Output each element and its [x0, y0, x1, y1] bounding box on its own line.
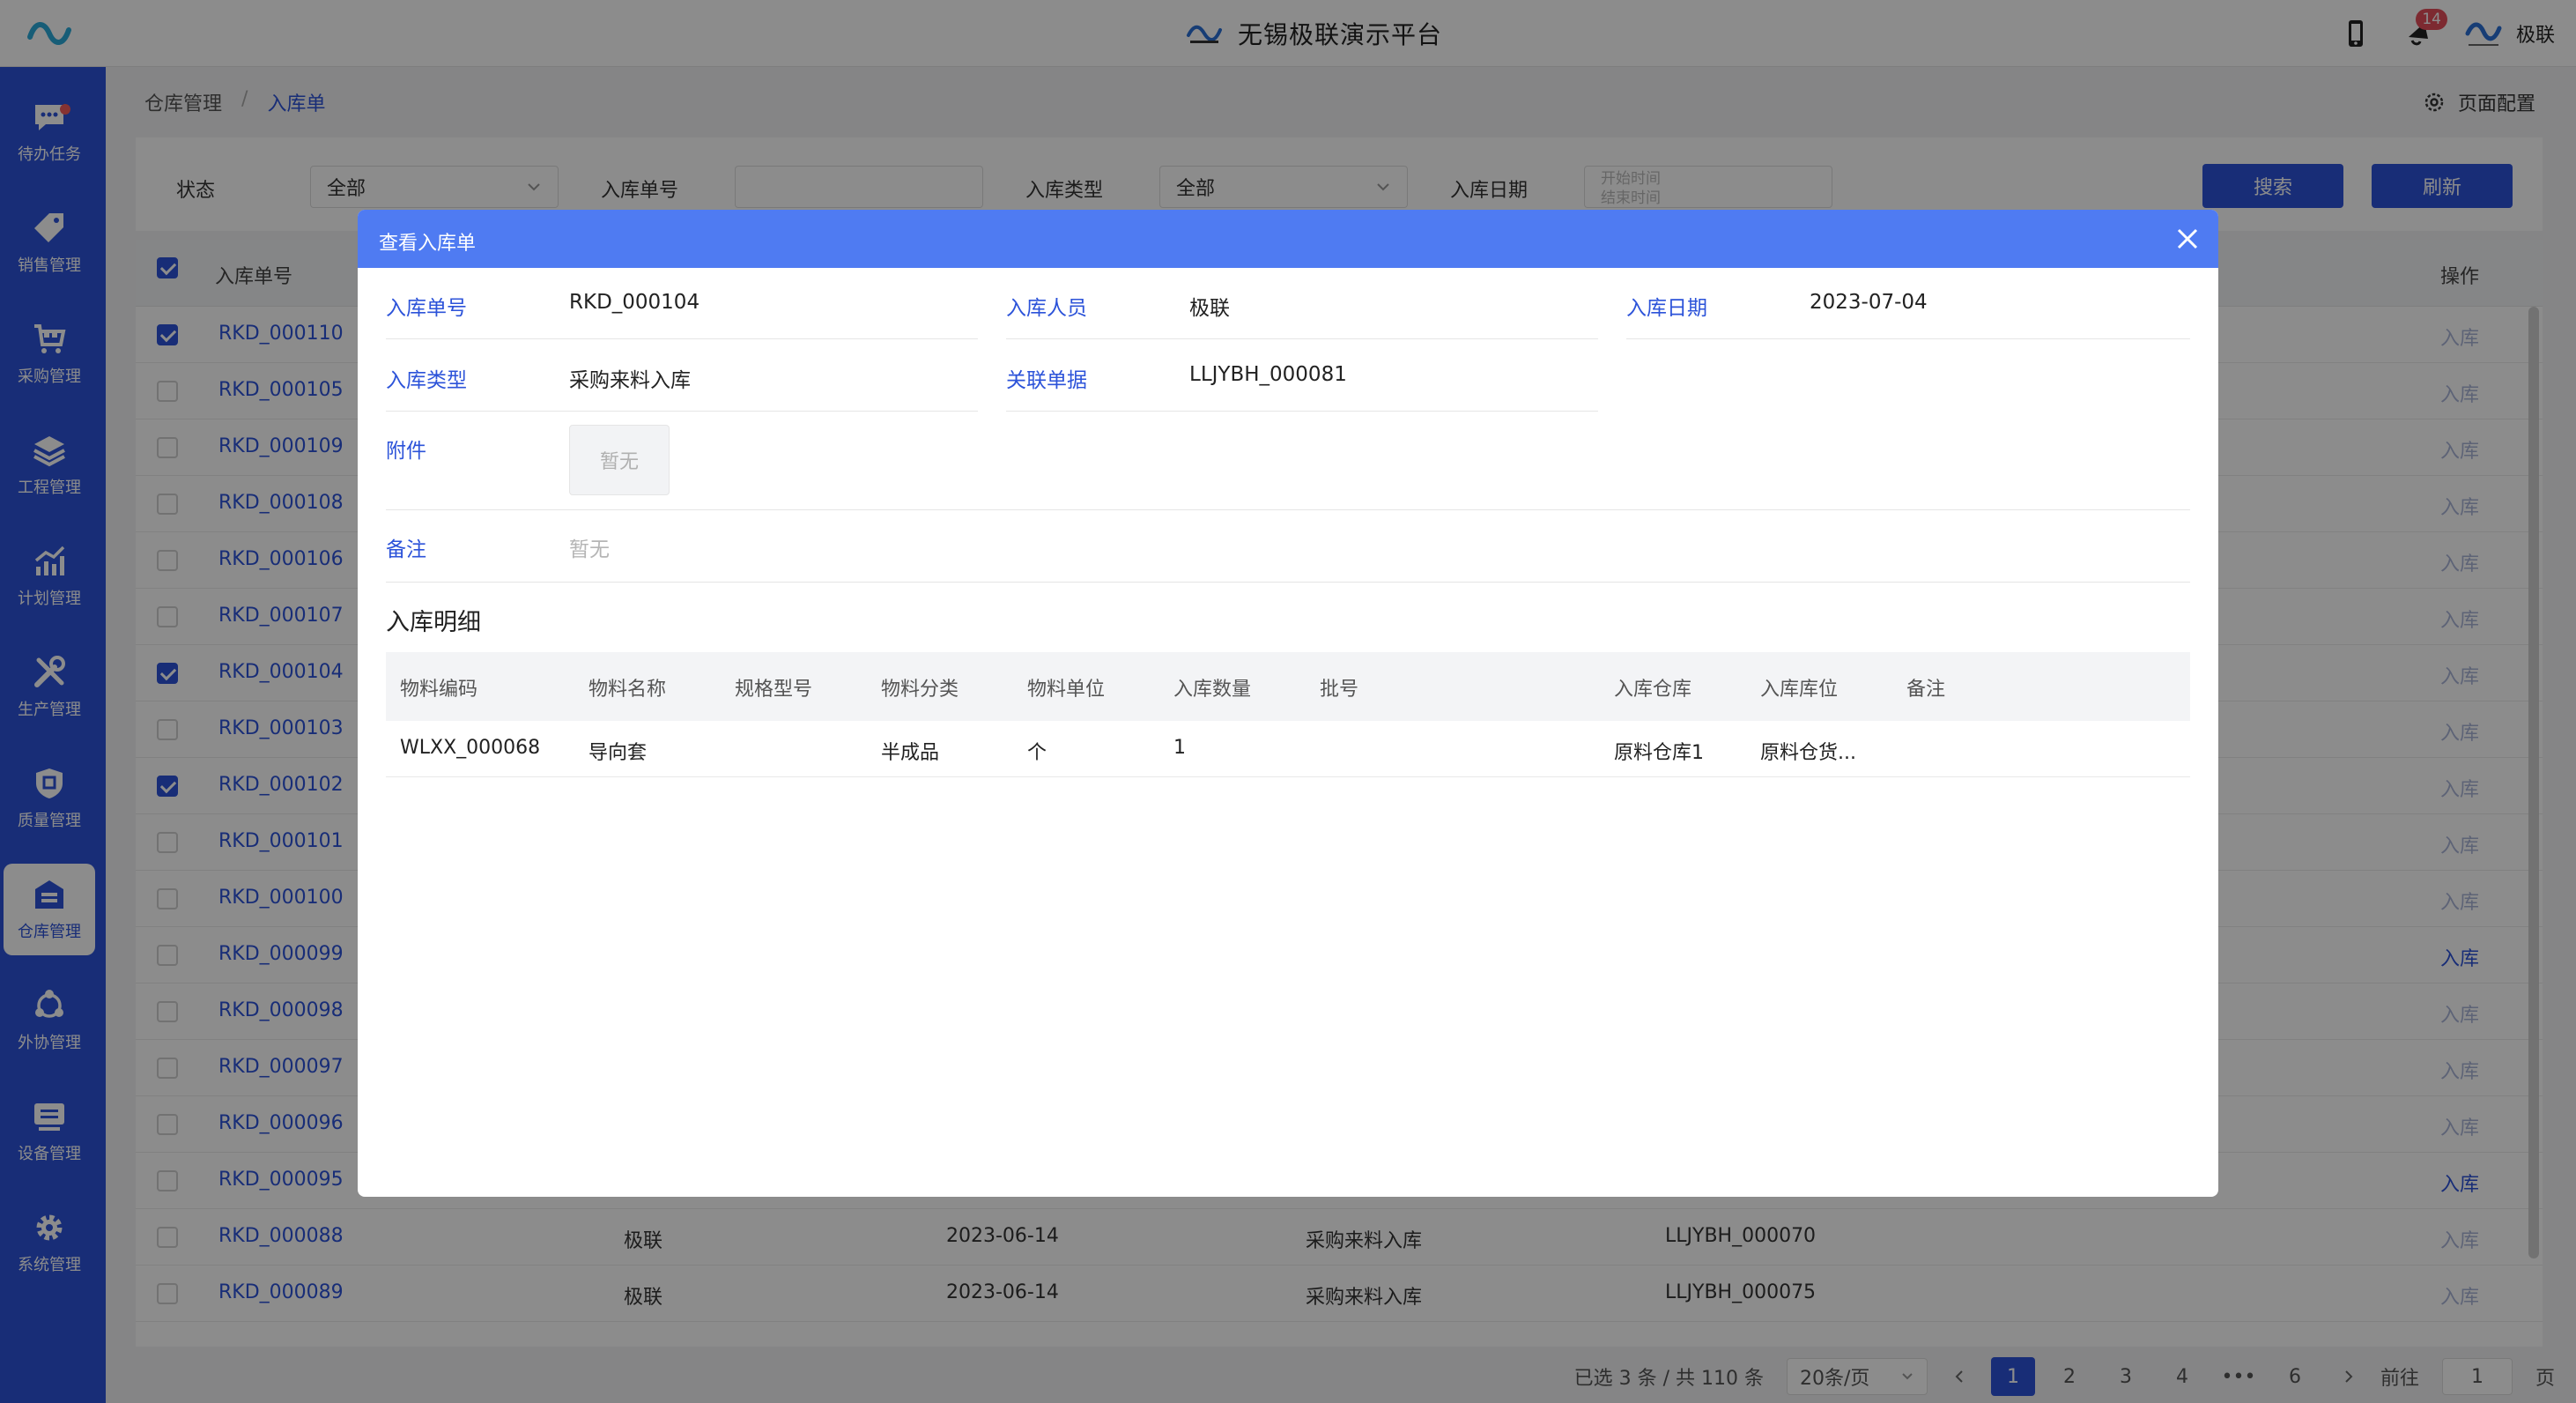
field-value-type: 采购来料入库 — [569, 369, 691, 392]
detail-column-header: 物料编码 — [400, 679, 478, 701]
detail-column-header: 物料名称 — [588, 679, 667, 701]
field-value-date: 2023-07-04 — [1810, 291, 1928, 314]
detail-cell: WLXX_000068 — [400, 737, 541, 759]
detail-column-header: 批号 — [1320, 679, 1359, 701]
modal-header: 查看入库单 — [358, 210, 2218, 268]
detail-column-header: 物料分类 — [881, 679, 959, 701]
field-value-order-no: RKD_000104 — [569, 291, 700, 314]
field-label-type: 入库类型 — [386, 369, 467, 392]
divider — [1626, 338, 2190, 339]
detail-column-header: 规格型号 — [735, 679, 813, 701]
divider — [386, 509, 2190, 510]
detail-column-header: 入库数量 — [1173, 679, 1252, 701]
divider — [1006, 411, 1598, 412]
field-label-person: 入库人员 — [1006, 297, 1087, 320]
field-value-person: 极联 — [1189, 297, 1230, 320]
detail-column-header: 备注 — [1906, 679, 1946, 701]
field-value-remark: 暂无 — [569, 538, 610, 561]
detail-column-header: 入库仓库 — [1614, 679, 1692, 701]
detail-cell: 1 — [1173, 737, 1186, 759]
field-value-ref: LLJYBH_000081 — [1189, 363, 1347, 386]
field-label-ref: 关联单据 — [1006, 369, 1087, 392]
detail-section-title: 入库明细 — [386, 609, 481, 636]
field-label-date: 入库日期 — [1626, 297, 1707, 320]
field-label-order-no: 入库单号 — [386, 297, 467, 320]
detail-cell: 半成品 — [881, 742, 940, 764]
detail-table-header: 物料编码 物料名称 规格型号 物料分类 物料单位 入库数量 批号 入库仓库 入库库位 备注 — [386, 652, 2190, 721]
detail-cell: 原料仓库1 — [1614, 742, 1704, 764]
modal-title: 查看入库单 — [379, 233, 477, 255]
detail-cell: 导向套 — [588, 742, 648, 764]
view-inbound-order-modal: 查看入库单 入库单号 RKD_000104 入库人员 极联 入库日期 2023-… — [358, 210, 2218, 1197]
detail-column-header: 入库库位 — [1760, 679, 1839, 701]
divider — [1006, 338, 1598, 339]
detail-table-row: WLXX_000068 导向套 半成品 个 1 原料仓库1 原料仓货... — [386, 721, 2190, 777]
detail-cell: 个 — [1027, 742, 1047, 764]
detail-column-header: 物料单位 — [1027, 679, 1106, 701]
field-label-remark: 备注 — [386, 538, 426, 561]
close-icon[interactable] — [2174, 226, 2201, 252]
field-label-attachment: 附件 — [386, 440, 426, 463]
detail-cell: 原料仓货... — [1760, 742, 1856, 764]
divider — [386, 582, 2190, 583]
divider — [386, 411, 978, 412]
attachment-empty: 暂无 — [569, 425, 670, 495]
divider — [386, 338, 978, 339]
